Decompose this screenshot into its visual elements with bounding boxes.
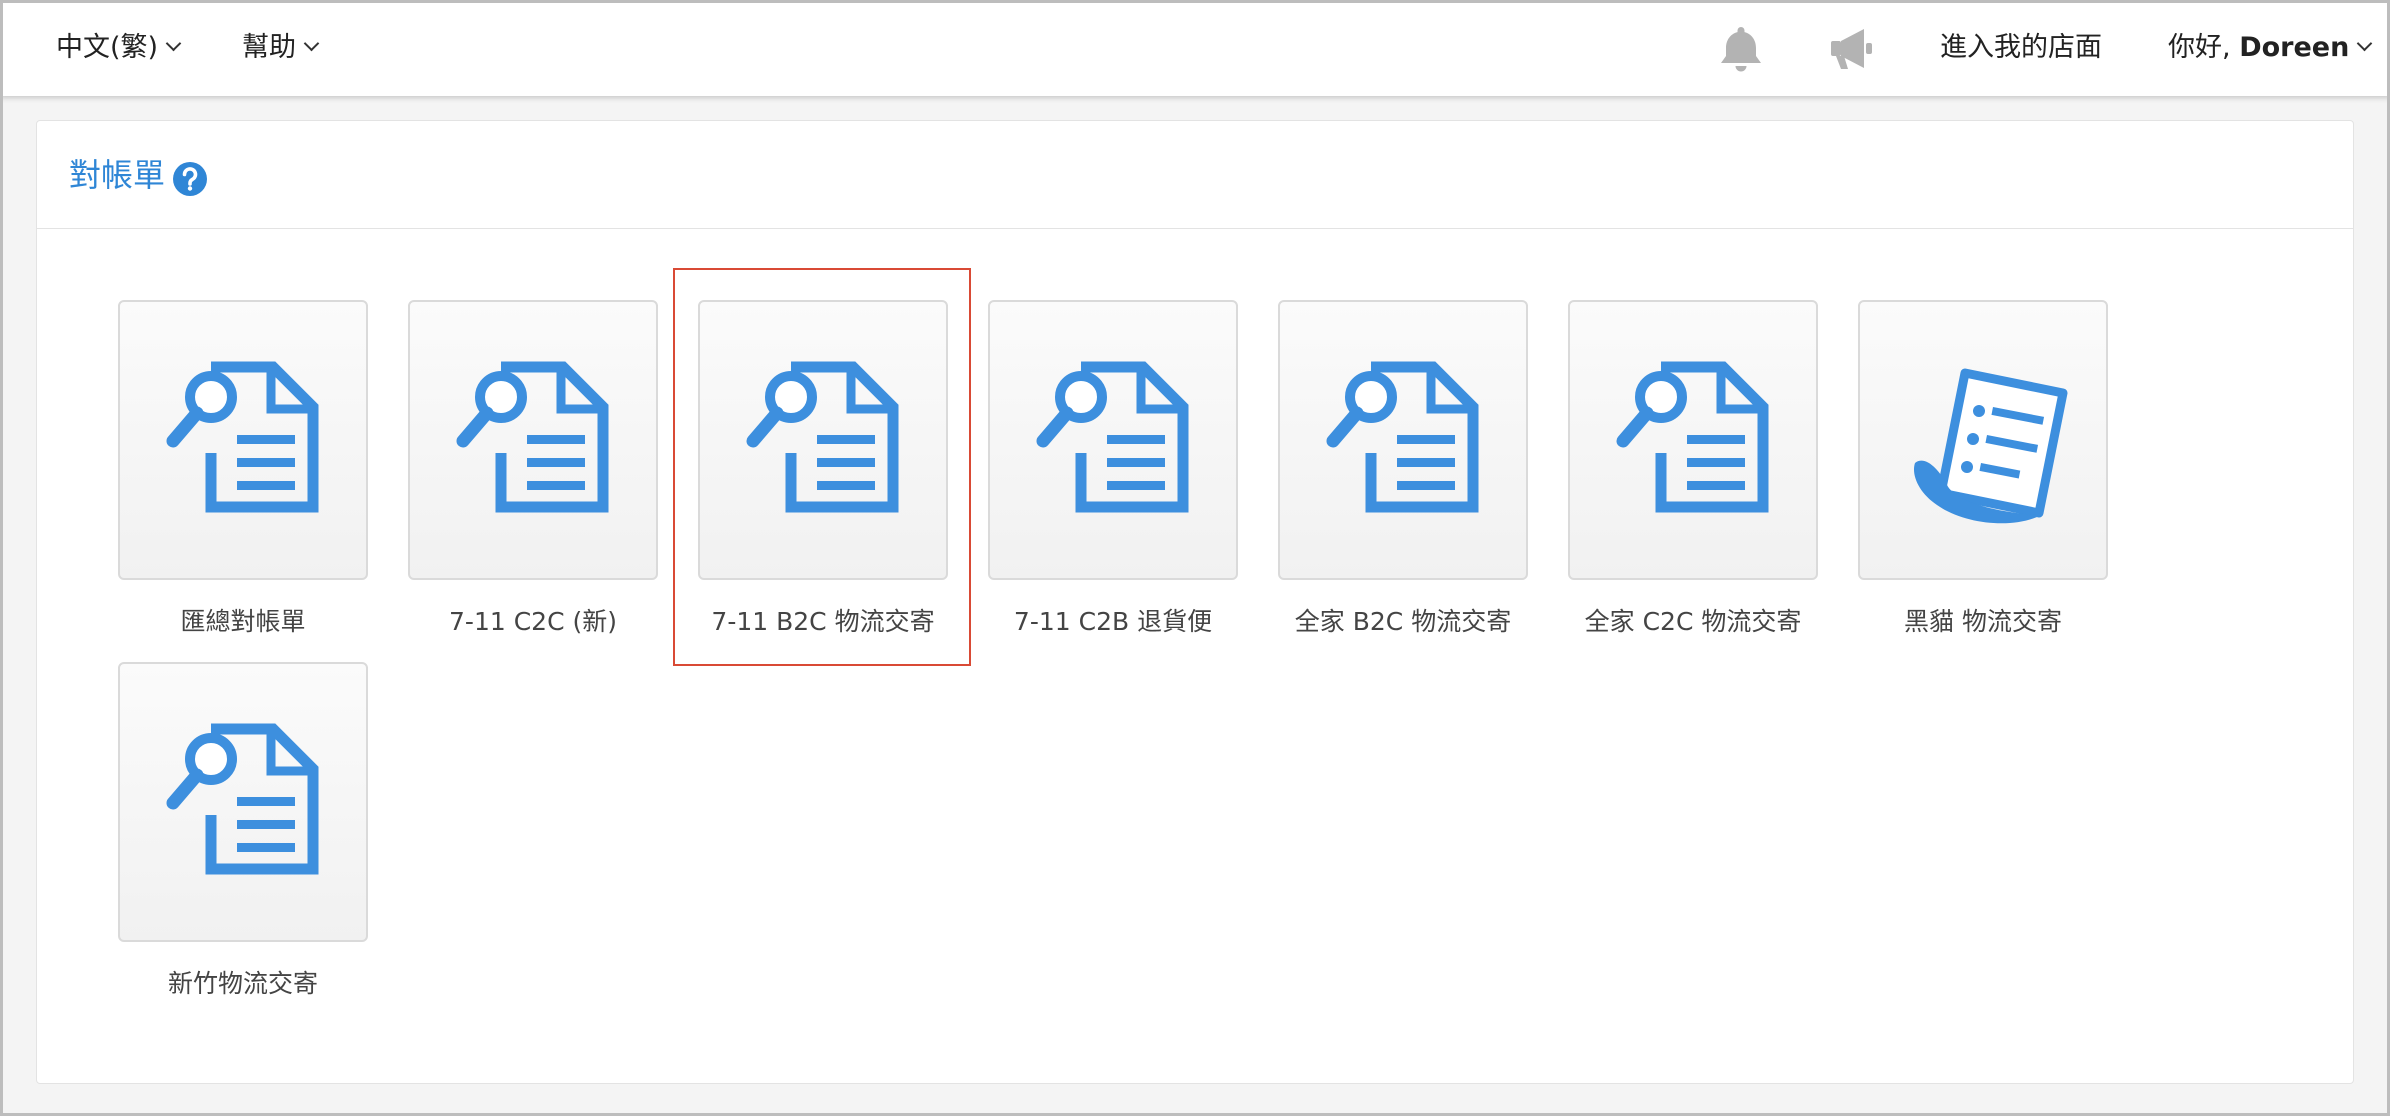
tile-label: 7-11 C2B 退貨便 — [1013, 607, 1213, 636]
tile-label: 新竹物流交寄 — [167, 969, 318, 998]
panel-header: 對帳單 — [37, 121, 2353, 229]
tile-icon-box — [988, 300, 1238, 580]
tile-icon-box — [1858, 300, 2108, 580]
tile-icon-box — [698, 300, 948, 580]
user-name: Doreen — [2239, 32, 2350, 63]
top-navbar: 中文(繁) 幫助 進入我的店面 你好, Doreen — [0, 0, 2390, 96]
tile-711-b2c-logistics[interactable]: 7-11 B2C 物流交寄 — [698, 300, 948, 638]
tile-label: 全家 B2C 物流交寄 — [1294, 607, 1512, 636]
bell-icon[interactable] — [1714, 24, 1768, 74]
help-dropdown[interactable]: 幫助 — [242, 0, 320, 96]
document-search-icon — [445, 345, 621, 535]
tile-711-c2b-return[interactable]: 7-11 C2B 退貨便 — [988, 300, 1238, 638]
tile-label: 7-11 B2C 物流交寄 — [711, 607, 935, 636]
tile-711-c2c-new[interactable]: 7-11 C2C (新) — [408, 300, 658, 638]
chevron-down-icon — [303, 35, 320, 52]
tile-icon-box — [408, 300, 658, 580]
tile-label: 7-11 C2C (新) — [449, 607, 617, 636]
greeting-text: 你好, — [2168, 32, 2231, 63]
tile-hct-logistics[interactable]: 新竹物流交寄 — [118, 662, 368, 1000]
tile-family-b2c-logistics[interactable]: 全家 B2C 物流交寄 — [1278, 300, 1528, 638]
tile-icon-box — [118, 662, 368, 942]
document-search-icon — [155, 707, 331, 897]
tile-label: 黑貓 物流交寄 — [1904, 607, 2062, 636]
document-search-icon — [1605, 345, 1781, 535]
question-circle-icon[interactable] — [172, 161, 208, 197]
help-label: 幫助 — [242, 32, 296, 63]
page-title: 對帳單 — [69, 156, 166, 194]
tile-summary-statement[interactable]: 匯總對帳單 — [118, 300, 368, 638]
chevron-down-icon — [2357, 35, 2373, 52]
tile-label: 全家 C2C 物流交寄 — [1584, 607, 1802, 636]
tile-icon-box — [1568, 300, 1818, 580]
tile-blackcat-logistics[interactable]: 黑貓 物流交寄 — [1858, 300, 2108, 638]
language-label: 中文(繁) — [56, 32, 159, 63]
document-search-icon — [735, 345, 911, 535]
megaphone-icon[interactable] — [1826, 24, 1880, 74]
tile-label: 匯總對帳單 — [180, 607, 306, 636]
tile-family-c2c-logistics[interactable]: 全家 C2C 物流交寄 — [1568, 300, 1818, 638]
tile-icon-box — [1278, 300, 1528, 580]
language-dropdown[interactable]: 中文(繁) — [56, 0, 182, 96]
enter-store-link[interactable]: 進入我的店面 — [1940, 0, 2102, 96]
document-search-icon — [1315, 345, 1491, 535]
user-menu[interactable]: 你好, Doreen — [2168, 0, 2373, 96]
receipt-scroll-icon — [1895, 345, 2071, 535]
document-search-icon — [1025, 345, 1201, 535]
chevron-down-icon — [165, 35, 182, 52]
document-search-icon — [155, 345, 331, 535]
tile-icon-box — [118, 300, 368, 580]
